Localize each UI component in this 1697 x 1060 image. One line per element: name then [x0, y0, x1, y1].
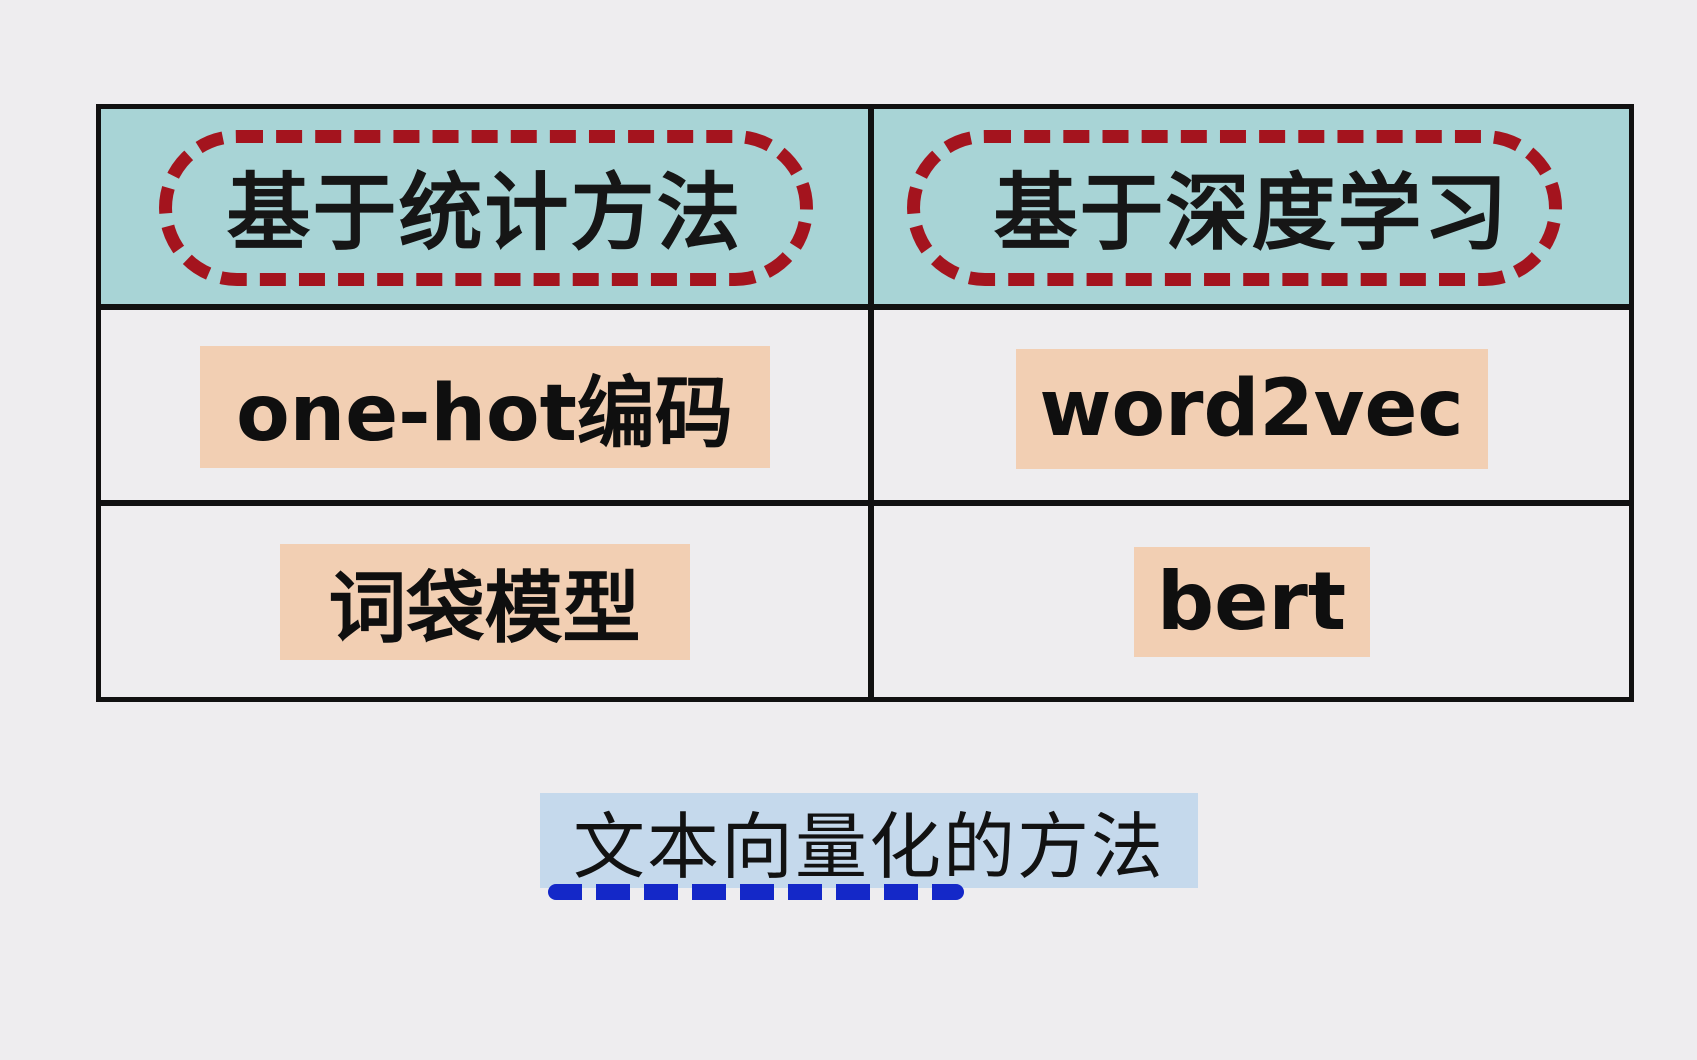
comparison-table: 基于统计方法 基于深度学习 one-hot编码 word2vec 词袋模型 be… — [96, 104, 1634, 702]
method-label: one-hot编码 — [236, 369, 733, 459]
table-cell: bert — [874, 506, 1629, 697]
slide: 基于统计方法 基于深度学习 one-hot编码 word2vec 词袋模型 be… — [0, 0, 1697, 1060]
header-deep-learning-label: 基于深度学习 — [993, 164, 1510, 262]
header-statistics-label: 基于统计方法 — [226, 164, 743, 262]
table-divider-vertical — [868, 109, 874, 697]
caption-text: 文本向量化的方法 — [572, 805, 1165, 889]
method-label: word2vec — [1039, 364, 1464, 454]
table-divider-horizontal — [101, 500, 1629, 506]
header-cell-deep-learning: 基于深度学习 — [874, 109, 1629, 304]
method-tag: one-hot编码 — [199, 346, 770, 468]
method-label: bert — [1156, 555, 1347, 648]
table-cell: word2vec — [874, 310, 1629, 500]
method-tag: word2vec — [1015, 349, 1488, 469]
method-tag: 词袋模型 — [279, 543, 690, 660]
table-divider-horizontal — [101, 304, 1629, 310]
header-cell-statistics: 基于统计方法 — [101, 109, 868, 304]
caption-box: 文本向量化的方法 — [540, 793, 1198, 889]
dashed-underline — [548, 884, 964, 900]
method-tag: bert — [1133, 546, 1370, 657]
table-cell: one-hot编码 — [101, 310, 868, 500]
method-label: 词袋模型 — [328, 563, 641, 654]
table-cell: 词袋模型 — [101, 506, 868, 697]
